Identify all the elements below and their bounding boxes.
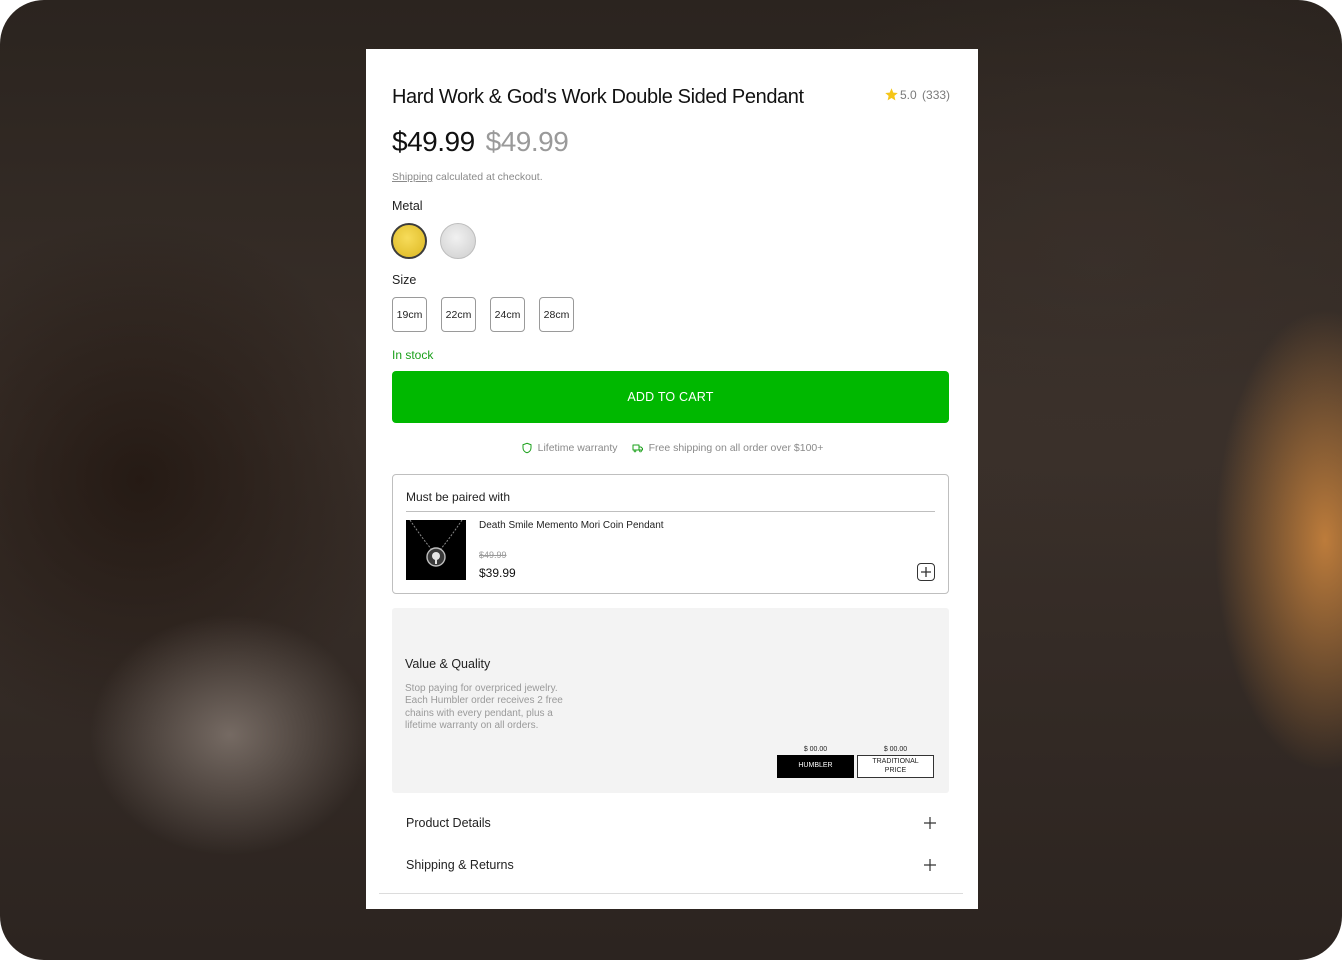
perk-shipping: Free shipping on all order over $100+ [632, 442, 824, 454]
perks-row: Lifetime warranty Free shipping on all o… [366, 442, 978, 454]
product-panel: Hard Work & God's Work Double Sided Pend… [366, 49, 978, 909]
product-details-label: Product Details [406, 816, 491, 830]
plus-icon [924, 817, 936, 829]
paired-product-price: $39.99 [479, 566, 516, 580]
shipping-note-text: calculated at checkout. [435, 171, 543, 183]
metal-swatch-silver[interactable] [440, 223, 476, 259]
compare-price: $49.99 [485, 126, 569, 157]
paired-heading: Must be paired with [406, 490, 511, 504]
perk-shipping-label: Free shipping on all order over $100+ [648, 442, 824, 454]
metal-label: Metal [392, 199, 423, 213]
humbler-bar: HUMBLER [777, 755, 854, 778]
paired-product-name[interactable]: Death Smile Memento Mori Coin Pendant [479, 520, 664, 531]
plus-icon [921, 567, 931, 577]
shield-icon [522, 442, 532, 454]
value-description: Stop paying for overpriced jewelry. Each… [405, 683, 563, 731]
humbler-label: HUMBLER [798, 762, 833, 770]
size-option-24cm[interactable]: 24cm [490, 297, 525, 332]
traditional-price: $ 00.00 [883, 746, 908, 753]
paired-product-box: Must be paired with Death Smile Memento … [392, 474, 949, 594]
perk-warranty: Lifetime warranty [521, 442, 618, 454]
accordion-product-details[interactable]: Product Details [392, 813, 949, 833]
shipping-returns-label: Shipping & Returns [406, 858, 514, 872]
humbler-price: $ 00.00 [803, 746, 828, 753]
shipping-note: Shipping calculated at checkout. [392, 171, 543, 183]
paired-product-image[interactable] [406, 520, 466, 580]
shipping-link[interactable]: Shipping [392, 171, 433, 183]
add-paired-product-button[interactable] [917, 563, 935, 581]
product-rating[interactable]: 5.0 (333) [884, 87, 950, 102]
product-title: Hard Work & God's Work Double Sided Pend… [392, 86, 804, 108]
star-icon [885, 88, 898, 101]
rating-value: 5.0 [900, 87, 917, 102]
accordion-shipping-returns[interactable]: Shipping & Returns [392, 855, 949, 875]
traditional-bar: TRADITIONAL PRICE [857, 755, 934, 778]
size-option-19cm[interactable]: 19cm [392, 297, 427, 332]
perk-warranty-label: Lifetime warranty [537, 442, 618, 454]
truck-icon [632, 444, 643, 453]
stock-status: In stock [392, 348, 434, 362]
rating-count: (333) [922, 87, 951, 102]
divider [379, 893, 963, 894]
add-to-cart-button[interactable]: ADD TO CART [392, 371, 949, 423]
value-quality-section: Value & Quality Stop paying for overpric… [392, 608, 949, 793]
value-title: Value & Quality [405, 657, 491, 671]
paired-product-old-price: $49.99 [479, 550, 507, 560]
traditional-label: TRADITIONAL PRICE [872, 758, 919, 774]
size-label: Size [392, 273, 417, 287]
price-row: $49.99 $49.99 [392, 126, 569, 158]
product-price: $49.99 [392, 126, 475, 157]
metal-swatch-gold[interactable] [391, 223, 427, 259]
divider [406, 511, 935, 512]
size-option-22cm[interactable]: 22cm [441, 297, 476, 332]
plus-icon [924, 859, 936, 871]
size-option-28cm[interactable]: 28cm [539, 297, 574, 332]
